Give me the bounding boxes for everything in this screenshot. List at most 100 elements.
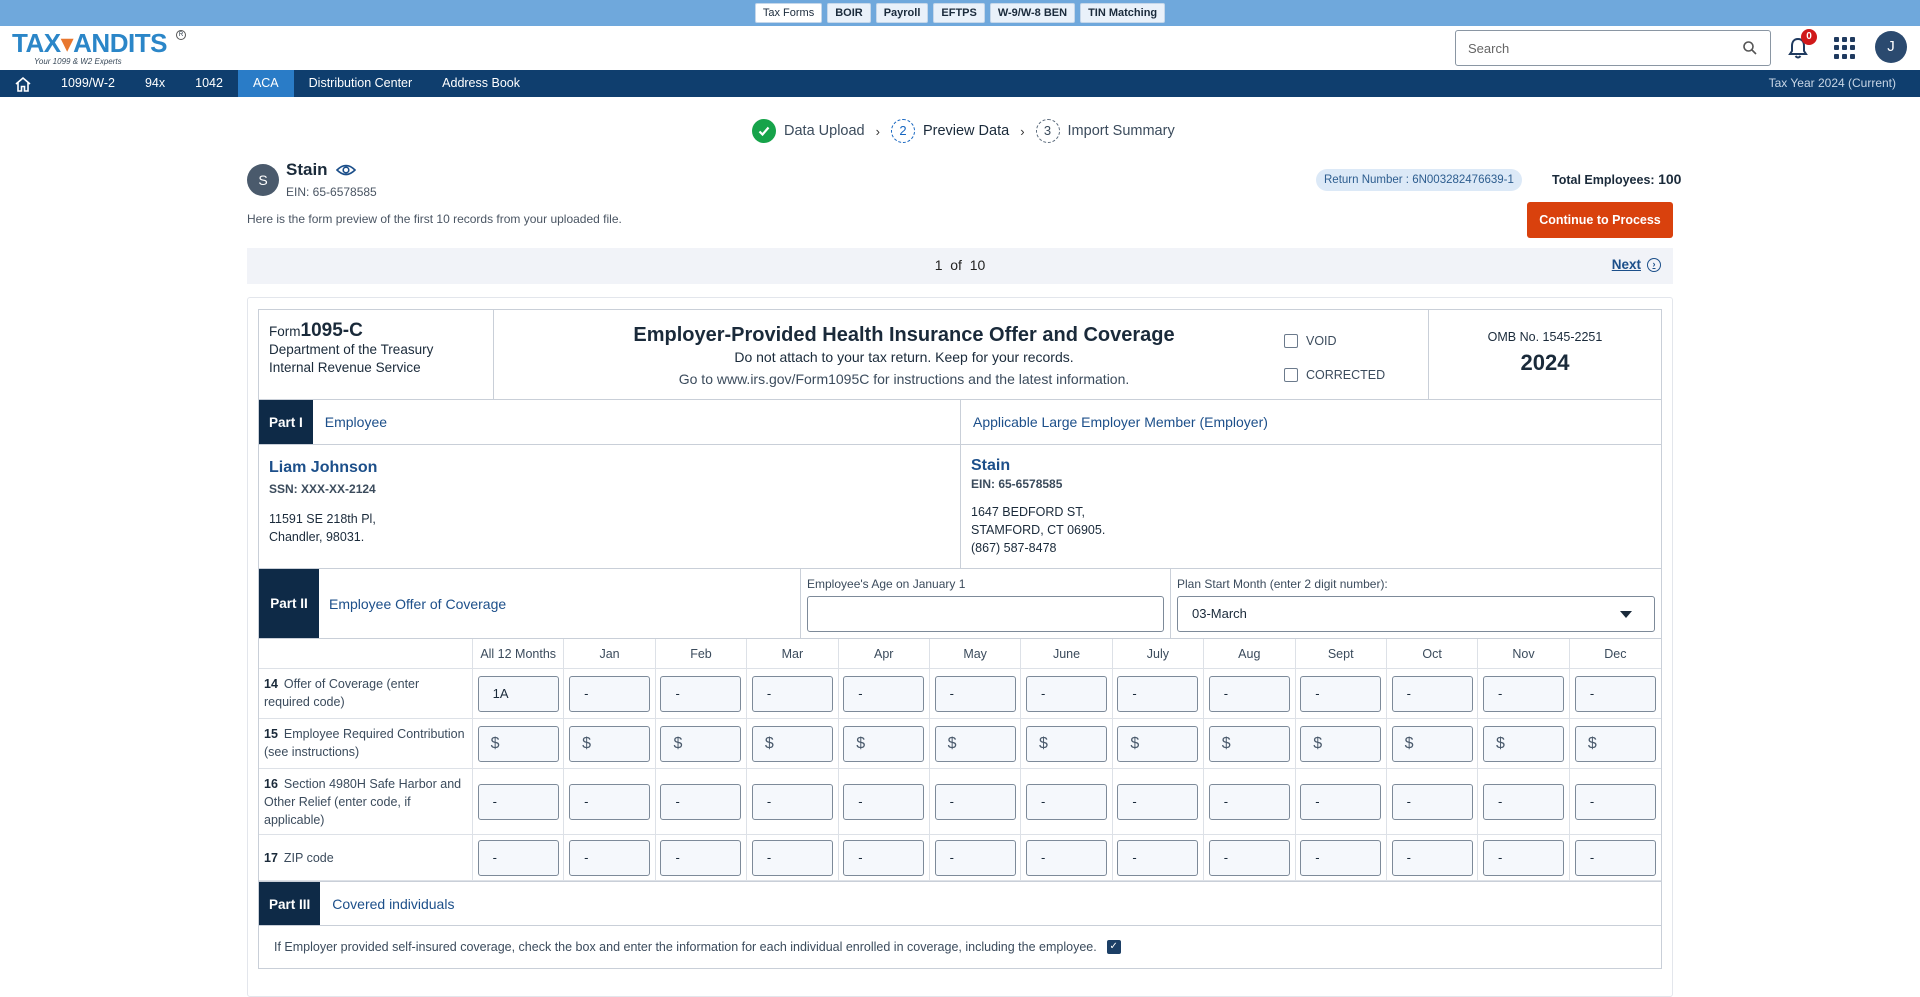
form-header: Form1095-C Department of the Treasury In… (259, 310, 1661, 400)
user-avatar[interactable]: J (1875, 31, 1907, 63)
line-15-input[interactable]: $ (843, 725, 925, 762)
line-15-input[interactable]: $ (1026, 725, 1108, 762)
nav-1042[interactable]: 1042 (180, 70, 238, 97)
line-15-input[interactable]: $ (1117, 725, 1199, 762)
total-employees: Total Employees: 100 (1552, 171, 1682, 187)
part-1-tag: Part I (259, 400, 313, 444)
line-14-input[interactable]: - (751, 675, 833, 712)
month-header: July (1113, 639, 1205, 668)
line-17-input[interactable]: - (934, 839, 1016, 876)
nav-address-book[interactable]: Address Book (427, 70, 535, 97)
return-number-badge: Return Number : 6N003282476639-1 (1316, 169, 1522, 191)
tax-year-selector[interactable]: Tax Year 2024 (Current) (1769, 70, 1896, 97)
dept-treasury: Department of the Treasury (269, 342, 434, 357)
line-14-input[interactable]: - (1300, 675, 1382, 712)
nav-aca[interactable]: ACA (237, 70, 294, 97)
search-icon[interactable] (1742, 40, 1758, 56)
tab-tax-forms[interactable]: Tax Forms (754, 3, 823, 23)
age-input[interactable] (807, 596, 1164, 632)
eye-icon[interactable] (335, 163, 356, 177)
step-number: 2 (890, 119, 915, 143)
line-16-input[interactable]: - (660, 783, 742, 820)
line-16-input[interactable]: - (477, 783, 559, 820)
line-17-input[interactable]: - (660, 839, 742, 876)
nav-1099-w2[interactable]: 1099/W-2 (46, 70, 130, 97)
preview-note: Here is the form preview of the first 10… (247, 212, 622, 226)
form-title: Employer-Provided Health Insurance Offer… (633, 324, 1175, 346)
line-14-input[interactable]: - (569, 675, 651, 712)
employer-address-line1: 1647 BEDFORD ST, (971, 505, 1085, 519)
search-box[interactable] (1455, 30, 1771, 66)
tab-eftps[interactable]: EFTPS (933, 3, 985, 23)
line-16-input[interactable]: - (569, 783, 651, 820)
employer-info: Stain EIN: 65-6578585 1647 BEDFORD ST, S… (961, 445, 1661, 568)
line-14-input[interactable]: - (843, 675, 925, 712)
search-input[interactable] (1468, 40, 1742, 56)
line-16-input[interactable]: - (1300, 783, 1382, 820)
line-15-input[interactable]: $ (1574, 725, 1656, 762)
nav-94x[interactable]: 94x (130, 70, 180, 97)
tab-payroll[interactable]: Payroll (875, 3, 929, 23)
line-15-input[interactable]: $ (1391, 725, 1473, 762)
line-17-input[interactable]: - (843, 839, 925, 876)
line-16-input[interactable]: - (1208, 783, 1290, 820)
line-16-input[interactable]: - (934, 783, 1016, 820)
line-14-row: 14 Offer of Coverage (enter required code… (259, 669, 1661, 719)
employer-ein: EIN: 65-6578585 (286, 185, 377, 199)
line-15-input[interactable]: $ (477, 725, 559, 762)
employer-box-ein: EIN: 65-6578585 (971, 477, 1063, 491)
nav-distribution-center[interactable]: Distribution Center (294, 70, 428, 97)
line-14-input[interactable]: - (1208, 675, 1290, 712)
line-14-input[interactable]: - (1391, 675, 1473, 712)
line-16-input[interactable]: - (1574, 783, 1656, 820)
line-16-input[interactable]: - (751, 783, 833, 820)
line-15-input[interactable]: $ (751, 725, 833, 762)
taxbandits-logo[interactable]: TAX▾ANDITS Your 1099 & W2 Experts R (12, 28, 186, 68)
line-15-input[interactable]: $ (660, 725, 742, 762)
line-16-input[interactable]: - (843, 783, 925, 820)
line-16-input[interactable]: - (1482, 783, 1564, 820)
notifications-button[interactable]: 0 (1787, 29, 1817, 60)
line-14-input[interactable]: - (934, 675, 1016, 712)
line-17-input[interactable]: - (477, 839, 559, 876)
line-15-input[interactable]: $ (1300, 725, 1382, 762)
tab-tin-matching[interactable]: TIN Matching (1080, 3, 1166, 23)
main-nav: 1099/W-2 94x 1042 ACA Distribution Cente… (0, 70, 1920, 97)
line-17-input[interactable]: - (751, 839, 833, 876)
tab-w9-w8ben[interactable]: W-9/W-8 BEN (989, 3, 1076, 23)
line-14-input[interactable]: - (1482, 675, 1564, 712)
line-16-input[interactable]: - (1391, 783, 1473, 820)
line-15-input[interactable]: $ (1482, 725, 1564, 762)
line-14-input[interactable]: - (1026, 675, 1108, 712)
line-17-input[interactable]: - (1482, 839, 1564, 876)
line-14-input[interactable]: - (1574, 675, 1656, 712)
line-16-input[interactable]: - (1026, 783, 1108, 820)
line-15-input[interactable]: $ (934, 725, 1016, 762)
home-button[interactable] (0, 70, 46, 97)
tab-boir[interactable]: BOIR (827, 3, 871, 23)
self-insured-checkbox[interactable]: ✓ (1106, 940, 1121, 954)
line-17-input[interactable]: - (569, 839, 651, 876)
line-17-input[interactable]: - (1117, 839, 1199, 876)
continue-to-process-button[interactable]: Continue to Process (1527, 202, 1673, 238)
form-1095c: Form1095-C Department of the Treasury In… (258, 309, 1662, 969)
line-14-input[interactable]: - (1117, 675, 1199, 712)
next-button[interactable]: Next › (1612, 257, 1661, 272)
line-16-input[interactable]: - (1117, 783, 1199, 820)
chevron-right-icon: › (1020, 123, 1025, 139)
line-17-input[interactable]: - (1300, 839, 1382, 876)
plan-start-select[interactable]: 03-March (1177, 596, 1655, 632)
line-14-input[interactable]: 1A (477, 675, 559, 712)
line-15-input[interactable]: $ (569, 725, 651, 762)
line-15-input[interactable]: $ (1208, 725, 1290, 762)
corrected-checkbox[interactable]: CORRECTED (1284, 368, 1385, 382)
line-17-label: 17 ZIP code (259, 835, 473, 880)
employee-ssn: SSN: XXX-XX-2124 (269, 482, 376, 496)
line-17-input[interactable]: - (1391, 839, 1473, 876)
void-checkbox[interactable]: VOID (1284, 334, 1337, 348)
line-17-input[interactable]: - (1026, 839, 1108, 876)
line-14-input[interactable]: - (660, 675, 742, 712)
apps-grid-icon[interactable] (1834, 37, 1856, 59)
line-17-input[interactable]: - (1208, 839, 1290, 876)
line-17-input[interactable]: - (1574, 839, 1656, 876)
